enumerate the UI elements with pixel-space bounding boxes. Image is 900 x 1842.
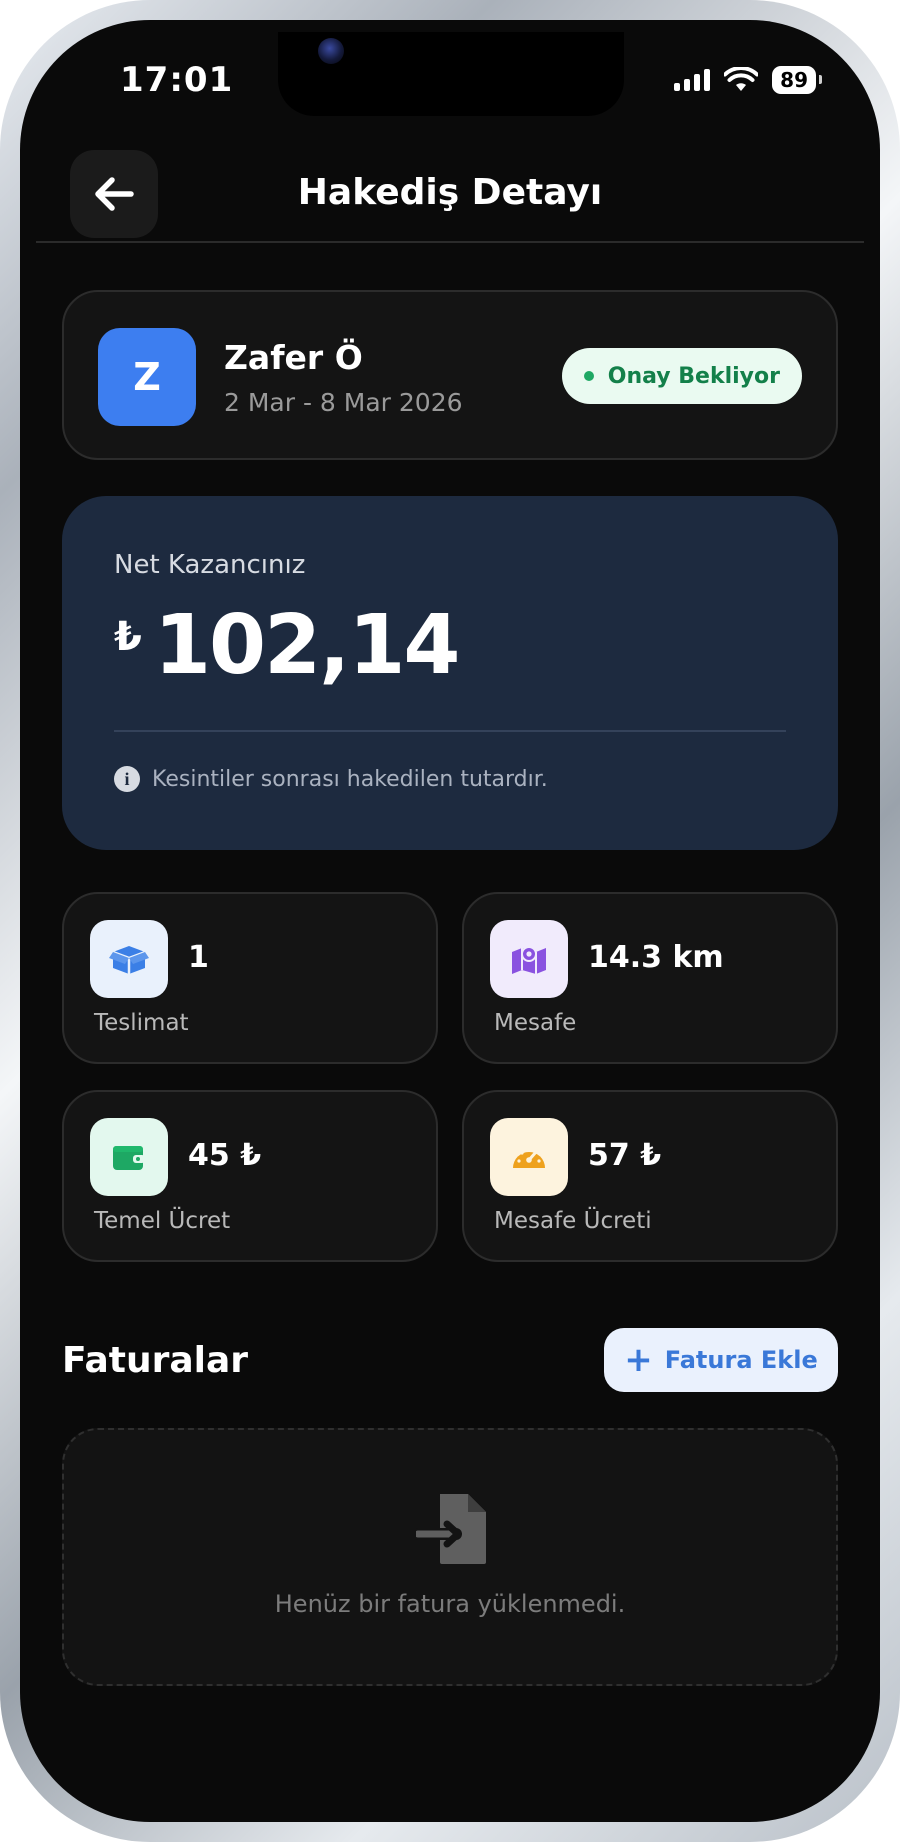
earnings-label: Net Kazancınız	[114, 550, 306, 580]
add-invoice-label: Fatura Ekle	[664, 1346, 818, 1374]
status-dot-icon	[583, 371, 594, 381]
user-name: Zafer Ö	[224, 338, 363, 377]
header-divider	[36, 241, 864, 243]
wallet-icon	[90, 1118, 168, 1196]
status-indicators: 89	[674, 66, 822, 94]
stat-label: Mesafe	[494, 1010, 577, 1036]
earnings-note: i Kesintiler sonrası hakedilen tutardır.	[114, 766, 548, 792]
currency-symbol: ₺	[114, 614, 142, 660]
invoices-title: Faturalar	[62, 1340, 249, 1381]
battery-indicator: 89	[772, 66, 822, 94]
top-bar: Hakediş Detayı	[20, 128, 880, 238]
stat-value: 1	[188, 940, 209, 975]
box-icon	[90, 920, 168, 998]
stat-label: Temel Ücret	[94, 1208, 231, 1234]
stat-label: Teslimat	[94, 1010, 189, 1036]
map-icon	[490, 920, 568, 998]
plus-icon: +	[624, 1340, 653, 1380]
file-import-icon	[416, 1494, 486, 1564]
stat-label: Mesafe Ücreti	[494, 1208, 652, 1234]
stat-card-distance-fee: 57 ₺ Mesafe Ücreti	[462, 1090, 838, 1262]
app-screen: 17:01 89 Hakediş Detayı Z Zafer Ö 2 Mar …	[20, 20, 880, 1822]
stat-card-deliveries: 1 Teslimat	[62, 892, 438, 1064]
stat-value: 57 ₺	[588, 1138, 662, 1173]
status-time: 17:01	[120, 60, 234, 100]
phone-frame: 17:01 89 Hakediş Detayı Z Zafer Ö 2 Mar …	[0, 0, 900, 1842]
info-icon: i	[114, 766, 140, 792]
add-invoice-button[interactable]: + Fatura Ekle	[604, 1328, 838, 1392]
signal-icon	[674, 69, 711, 91]
earnings-note-text: Kesintiler sonrası hakedilen tutardır.	[152, 766, 548, 792]
invoices-empty-state: Henüz bir fatura yüklenmedi.	[62, 1428, 838, 1686]
profile-card: Z Zafer Ö 2 Mar - 8 Mar 2026 Onay Bekliy…	[62, 290, 838, 460]
status-badge: Onay Bekliyor	[561, 348, 802, 404]
speedometer-icon	[490, 1118, 568, 1196]
stat-value: 45 ₺	[188, 1138, 262, 1173]
empty-message: Henüz bir fatura yüklenmedi.	[274, 1590, 626, 1618]
earnings-divider	[114, 730, 786, 732]
page-title: Hakediş Detayı	[297, 172, 603, 213]
stat-card-distance: 14.3 km Mesafe	[462, 892, 838, 1064]
net-earnings-card: Net Kazancınız ₺ 102,14 i Kesintiler son…	[62, 496, 838, 850]
stat-card-base-fee: 45 ₺ Temel Ücret	[62, 1090, 438, 1262]
stat-value: 14.3 km	[588, 940, 724, 975]
date-range: 2 Mar - 8 Mar 2026	[224, 388, 463, 417]
earnings-amount: 102,14	[154, 598, 460, 693]
wifi-icon	[724, 67, 759, 91]
avatar: Z	[98, 328, 196, 426]
status-badge-label: Onay Bekliyor	[607, 363, 780, 389]
front-camera	[318, 38, 344, 64]
